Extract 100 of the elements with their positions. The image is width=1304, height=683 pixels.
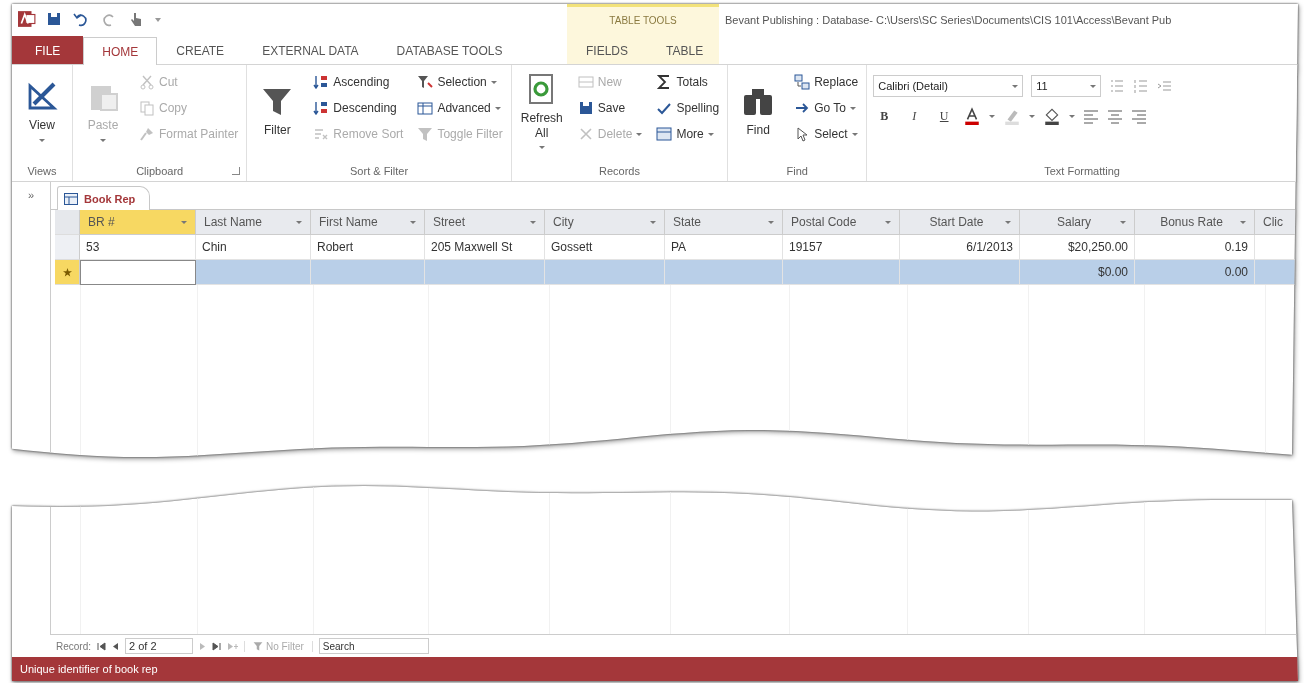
ribbon-tab[interactable]: HOME	[83, 37, 158, 65]
column-header[interactable]: Salary	[1020, 210, 1135, 235]
ribbon-tab[interactable]: EXTERNAL DATA	[243, 36, 378, 64]
dropdown-arrow-icon	[39, 138, 45, 142]
table-cell: 0.00	[1135, 260, 1255, 285]
next-record-button[interactable]	[199, 641, 206, 651]
column-header[interactable]: City	[545, 210, 665, 235]
dialog-launcher-icon[interactable]	[232, 167, 241, 175]
ribbon-tab[interactable]: CREATE	[157, 36, 244, 64]
dropdown-arrow-icon	[989, 114, 996, 118]
ribbon-button[interactable]: Filter	[253, 78, 302, 138]
ribbon-button[interactable]: Ascending	[311, 74, 406, 90]
dropdown-arrow-icon	[707, 132, 714, 136]
new-record-icon	[577, 74, 594, 90]
ribbon-button[interactable]: Totals	[654, 74, 722, 90]
column-header[interactable]: First Name	[311, 210, 425, 235]
align-left-icon[interactable]	[1083, 108, 1100, 124]
column-header[interactable]: Street	[425, 210, 545, 235]
new-record-star-icon	[62, 267, 72, 277]
funnel-icon	[417, 126, 434, 142]
app-logo-icon[interactable]	[18, 10, 36, 28]
ribbon-button[interactable]: Refresh All	[517, 67, 566, 149]
select-all-corner[interactable]	[55, 210, 80, 235]
dropdown-arrow-icon	[100, 138, 106, 142]
font-color-icon[interactable]	[963, 107, 982, 125]
ribbon-tab[interactable]: TABLE	[647, 36, 723, 64]
italic-button[interactable]: I	[903, 108, 926, 124]
align-right-icon[interactable]	[1131, 108, 1148, 124]
dropdown-arrow-icon	[1069, 114, 1076, 118]
scissors-icon	[139, 74, 155, 90]
hand-icon[interactable]	[128, 10, 144, 28]
dropdown-arrow-icon	[1090, 84, 1097, 88]
ribbon-button[interactable]: Advanced	[415, 100, 505, 116]
ribbon-button[interactable]: Replace	[792, 74, 861, 90]
contextual-group-label: TABLE TOOLS	[609, 15, 677, 26]
dropdown-arrow-icon	[1240, 220, 1246, 224]
window-title: Bevant Publishing : Database- C:\Users\SC Series\Documents\CIS 101\Access\Bevant Pub	[724, 13, 1173, 28]
dropdown-arrow-icon	[1005, 220, 1011, 224]
dropdown-arrow-icon	[768, 220, 774, 224]
column-header[interactable]: State	[665, 210, 783, 235]
group-label: Text Formatting	[1044, 165, 1120, 177]
align-center-icon[interactable]	[1107, 108, 1124, 124]
ribbon-button[interactable]: Save	[575, 100, 645, 116]
group-label: Find	[786, 165, 808, 177]
column-header[interactable]: Clic	[1255, 210, 1298, 235]
bullet-list-icon[interactable]	[1109, 78, 1126, 94]
new-record-button[interactable]	[227, 641, 238, 651]
column-header[interactable]: Start Date	[900, 210, 1020, 235]
dropdown-arrow-icon	[849, 106, 856, 110]
dropdown-arrow-icon	[181, 220, 187, 224]
filter-selection-icon	[417, 74, 434, 90]
fill-color-icon[interactable]	[1043, 107, 1062, 125]
row-selector[interactable]	[55, 260, 80, 285]
ribbon-button[interactable]: Selection	[415, 74, 505, 90]
next-record-icon	[199, 641, 206, 651]
document-tab[interactable]: Book Rep	[57, 186, 151, 210]
last-record-button[interactable]	[212, 641, 221, 651]
current-record-field[interactable]: 2 of 2	[125, 638, 193, 654]
previous-record-icon	[112, 641, 119, 651]
ribbon-button[interactable]: View	[18, 74, 66, 142]
ribbon-tab[interactable]: DATABASE TOOLS	[377, 36, 522, 64]
bold-button[interactable]: B	[873, 108, 896, 124]
ribbon-tab[interactable]: FIELDS	[567, 36, 647, 64]
record-label: Record:	[56, 640, 91, 652]
column-header[interactable]: Bonus Rate	[1135, 210, 1255, 235]
column-header[interactable]: Last Name	[196, 210, 311, 235]
ribbon-button[interactable]: Descending	[311, 100, 406, 116]
ribbon-button[interactable]: Spelling	[654, 100, 722, 116]
search-field[interactable]: Search	[318, 638, 429, 654]
advanced-filter-icon	[417, 100, 434, 116]
numbered-list-icon[interactable]	[1133, 78, 1150, 94]
first-record-icon	[97, 641, 106, 651]
dropdown-arrow-icon	[1029, 114, 1036, 118]
group-label: Clipboard	[136, 165, 184, 177]
previous-record-button[interactable]	[112, 641, 119, 651]
group-label: Sort & Filter	[350, 165, 409, 177]
last-record-icon	[212, 641, 221, 651]
indent-icon[interactable]	[1157, 78, 1174, 94]
dropdown-arrow-icon	[296, 220, 302, 224]
sort-ascending-icon	[313, 74, 330, 90]
undo-icon[interactable]	[72, 11, 90, 27]
copy-icon	[139, 100, 155, 116]
underline-button[interactable]: U	[933, 108, 956, 124]
ribbon-button[interactable]: Go To	[792, 100, 861, 116]
first-record-button[interactable]	[97, 641, 106, 651]
dropdown-arrow-icon	[1012, 84, 1019, 88]
ribbon-button[interactable]: Select	[792, 126, 861, 142]
dropdown-arrow-icon	[851, 132, 858, 136]
dropdown-arrow-icon	[636, 132, 643, 136]
font-size-field[interactable]: 11	[1031, 75, 1102, 97]
customize-icon[interactable]	[154, 15, 162, 23]
column-header[interactable]: Postal Code	[783, 210, 900, 235]
more-icon	[656, 126, 673, 142]
font-name-field[interactable]: Calibri (Detail)	[873, 75, 1024, 97]
dropdown-arrow-icon	[885, 220, 891, 224]
ribbon-button[interactable]: More	[654, 126, 722, 142]
ribbon-tab[interactable]: FILE	[12, 36, 84, 64]
ribbon-button[interactable]: Find	[734, 78, 783, 138]
column-header[interactable]: BR #	[80, 210, 196, 235]
nav-pane-toggle[interactable]: »	[23, 188, 39, 202]
